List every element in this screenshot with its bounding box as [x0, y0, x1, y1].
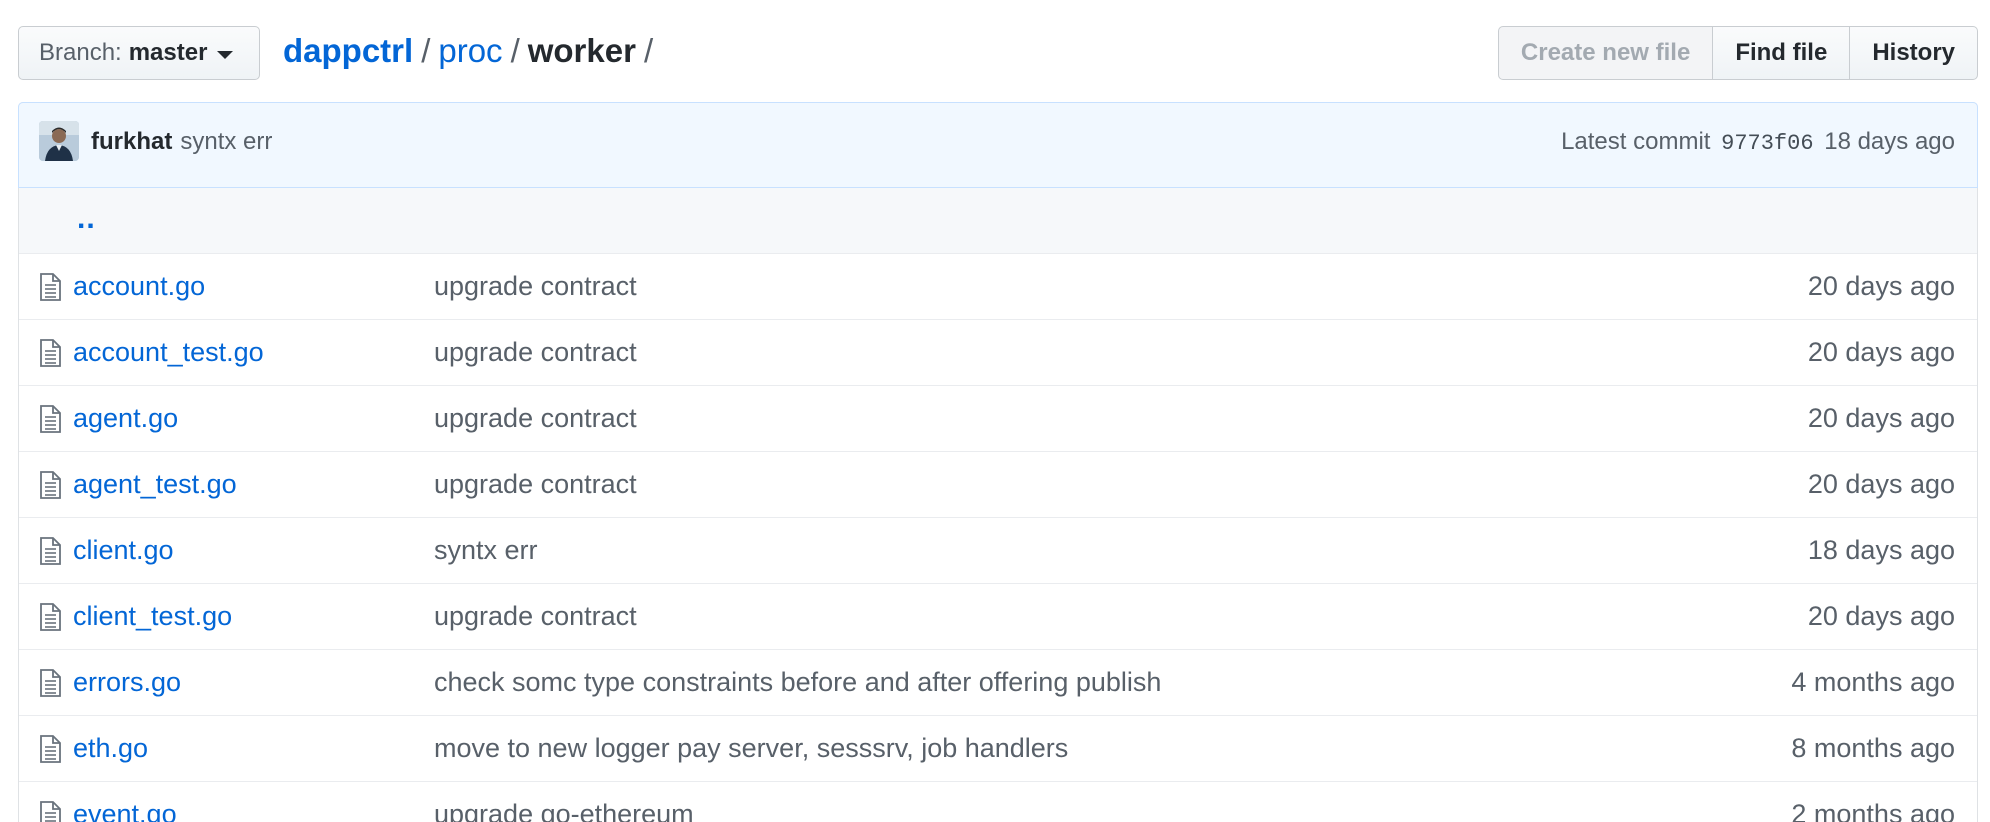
file-name-link[interactable]: account.go [73, 271, 205, 302]
file-age: 20 days ago [1807, 469, 1955, 499]
breadcrumb-repo-link[interactable]: dappctrl [283, 32, 413, 69]
latest-commit-bar: furkhat syntx err Latest commit 9773f06 1… [18, 102, 1978, 188]
file-icon [39, 405, 61, 433]
commit-sha[interactable]: 9773f06 [1721, 131, 1813, 156]
file-name-link[interactable]: account_test.go [73, 337, 264, 368]
file-icon [39, 603, 61, 631]
file-age: 8 months ago [1791, 733, 1955, 763]
file-navigation: Branch: master dappctrl / proc / worker / Cre… [18, 26, 1978, 82]
file-icon [39, 273, 61, 301]
file-name-link[interactable]: agent.go [73, 403, 178, 434]
file-rows: account.go upgrade contract 20 days ago acc… [19, 254, 1977, 822]
file-row: event.go upgrade go-ethereum 2 months ago [19, 782, 1977, 822]
file-commit-message[interactable]: move to new logger pay server, sesssrv, … [434, 733, 1068, 764]
file-commit-message[interactable]: syntx err [434, 535, 538, 566]
latest-commit-label: Latest commit [1561, 128, 1711, 155]
commit-author-line: furkhat syntx err [91, 128, 272, 156]
file-age: 20 days ago [1807, 271, 1955, 301]
file-commit-message[interactable]: check somc type constraints before and a… [434, 667, 1161, 698]
file-icon [39, 669, 61, 697]
branch-selector-button[interactable]: Branch: master [18, 26, 260, 80]
branch-label: Branch: [39, 39, 122, 66]
file-age: 20 days ago [1807, 601, 1955, 631]
file-row: account.go upgrade contract 20 days ago [19, 254, 1977, 320]
file-age: 20 days ago [1807, 403, 1955, 433]
file-commit-message[interactable]: upgrade contract [434, 337, 637, 368]
file-row: errors.go check somc type constraints bef… [19, 650, 1977, 716]
find-file-button[interactable]: Find file [1713, 26, 1851, 80]
file-commit-message[interactable]: upgrade contract [434, 271, 637, 302]
caret-down-icon [217, 50, 234, 59]
file-age: 2 months ago [1791, 799, 1955, 822]
breadcrumb-current: worker [527, 32, 636, 69]
file-name-link[interactable]: client.go [73, 535, 174, 566]
file-name-link[interactable]: event.go [73, 799, 177, 822]
commit-age: 18 days ago [1824, 128, 1955, 155]
file-age: 20 days ago [1807, 337, 1955, 367]
file-icon [39, 537, 61, 565]
commit-author[interactable]: furkhat [91, 128, 172, 155]
breadcrumb: dappctrl / proc / worker / [283, 32, 661, 70]
file-age: 4 months ago [1791, 667, 1955, 697]
file-icon [39, 471, 61, 499]
breadcrumb-proc-link[interactable]: proc [438, 32, 502, 69]
create-new-file-button[interactable]: Create new file [1497, 26, 1714, 80]
commit-meta: Latest commit 9773f06 18 days ago [1561, 128, 1955, 156]
file-commit-message[interactable]: upgrade contract [434, 403, 637, 434]
branch-name: master [128, 39, 208, 66]
file-age: 18 days ago [1807, 535, 1955, 565]
file-row: agent.go upgrade contract 20 days ago [19, 386, 1977, 452]
file-table: furkhat syntx err Latest commit 9773f06 1… [18, 102, 1978, 822]
file-name-link[interactable]: eth.go [73, 733, 148, 764]
file-name-link[interactable]: agent_test.go [73, 469, 237, 500]
page: Branch: master dappctrl / proc / worker / Cre… [0, 0, 1990, 822]
file-name-link[interactable]: errors.go [73, 667, 181, 698]
file-row: eth.go move to new logger pay server, ses… [19, 716, 1977, 782]
breadcrumb-separator: / [510, 32, 520, 69]
file-row: account_test.go upgrade contract 20 days a… [19, 320, 1977, 386]
file-actions-group: Create new file Find file History [1497, 26, 1978, 80]
file-commit-message[interactable]: upgrade go-ethereum [434, 799, 694, 822]
file-icon [39, 801, 61, 822]
history-button[interactable]: History [1850, 26, 1978, 80]
commit-message[interactable]: syntx err [180, 128, 272, 155]
file-icon [39, 735, 61, 763]
avatar[interactable] [39, 121, 79, 161]
parent-directory-link[interactable]: .. [77, 202, 96, 236]
file-icon [39, 339, 61, 367]
file-row: agent_test.go upgrade contract 20 days ago [19, 452, 1977, 518]
breadcrumb-separator: / [421, 32, 431, 69]
file-commit-message[interactable]: upgrade contract [434, 469, 637, 500]
file-name-link[interactable]: client_test.go [73, 601, 232, 632]
breadcrumb-separator: / [643, 32, 654, 69]
file-commit-message[interactable]: upgrade contract [434, 601, 637, 632]
file-row: client_test.go upgrade contract 20 days ag… [19, 584, 1977, 650]
avatar-image [39, 121, 79, 161]
parent-directory-row: .. [19, 188, 1977, 254]
file-row: client.go syntx err 18 days ago [19, 518, 1977, 584]
